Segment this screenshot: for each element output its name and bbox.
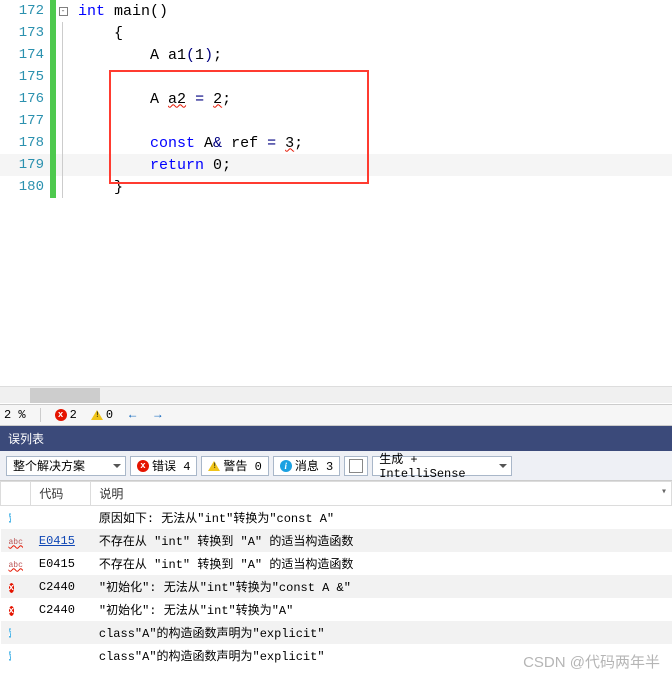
error-list-table[interactable]: 代码 说明▾ i 原因如下: 无法从"int"转换为"const A" abc E04… <box>0 481 672 667</box>
filter-icon <box>349 459 363 473</box>
change-bar <box>50 88 56 110</box>
warning-icon <box>91 410 103 420</box>
error-list-toolbar: 整个解决方案 x错误 4 警告 0 i消息 3 生成 + IntelliSens… <box>0 451 672 481</box>
line-number: 178 <box>0 135 50 151</box>
code-text[interactable]: return 0; <box>70 157 231 174</box>
error-count[interactable]: x2 <box>55 408 77 422</box>
line-number: 175 <box>0 69 50 85</box>
code-text[interactable]: int main() <box>70 3 168 20</box>
error-description: "初始化": 无法从"int"转换为"A" <box>91 598 672 621</box>
code-line[interactable]: 173 { <box>0 22 672 44</box>
error-icon: x <box>9 606 14 616</box>
code-text[interactable] <box>70 113 150 130</box>
errors-tab[interactable]: x错误 4 <box>130 456 197 476</box>
hscrollbar-thumb[interactable] <box>30 388 100 403</box>
intellisense-icon: abc <box>9 538 23 547</box>
code-text[interactable]: A a1(1); <box>70 47 222 64</box>
change-bar <box>50 66 56 88</box>
col-code[interactable]: 代码 <box>31 482 91 506</box>
change-bar <box>50 44 56 66</box>
error-row[interactable]: i class"A"的构造函数声明为"explicit" <box>1 621 672 644</box>
col-desc[interactable]: 说明▾ <box>91 482 672 506</box>
line-number: 177 <box>0 113 50 129</box>
warnings-tab[interactable]: 警告 0 <box>201 456 268 476</box>
error-row[interactable]: i 原因如下: 无法从"int"转换为"const A" <box>1 506 672 530</box>
warning-count[interactable]: 0 <box>91 408 113 422</box>
line-number: 176 <box>0 91 50 107</box>
line-number: 180 <box>0 179 50 195</box>
error-list-header: 误列表 <box>0 426 672 451</box>
error-code: C2440 <box>39 580 75 594</box>
error-description: class"A"的构造函数声明为"explicit" <box>91 644 672 667</box>
sort-arrow-icon: ▾ <box>661 486 667 498</box>
line-number: 179 <box>0 157 50 173</box>
source-dropdown[interactable]: 生成 + IntelliSense <box>372 456 512 476</box>
code-line[interactable]: 176 A a2 = 2; <box>0 88 672 110</box>
next-arrow-icon[interactable]: → <box>152 408 163 422</box>
zoom-level[interactable]: 2 % <box>4 408 26 422</box>
code-text[interactable]: const A& ref = 3; <box>70 135 303 152</box>
scope-dropdown[interactable]: 整个解决方案 <box>6 456 126 476</box>
filter-button[interactable] <box>344 456 368 476</box>
code-text[interactable] <box>70 69 150 86</box>
col-icon[interactable] <box>1 482 31 506</box>
change-bar <box>50 110 56 132</box>
error-row[interactable]: i class"A"的构造函数声明为"explicit" <box>1 644 672 667</box>
error-description: 不存在从 "int" 转换到 "A" 的适当构造函数 <box>91 529 672 552</box>
error-description: "初始化": 无法从"int"转换为"const A &" <box>91 575 672 598</box>
warning-icon <box>208 461 220 471</box>
outline-marker[interactable]: - <box>56 7 70 16</box>
messages-tab[interactable]: i消息 3 <box>273 456 340 476</box>
intellisense-icon: abc <box>9 561 23 570</box>
info-icon: i <box>9 513 12 523</box>
hscrollbar[interactable] <box>0 386 672 403</box>
line-number: 172 <box>0 3 50 19</box>
info-icon: i <box>280 460 292 472</box>
code-line[interactable]: 175 <box>0 66 672 88</box>
error-icon: x <box>137 460 149 472</box>
fold-toggle-icon[interactable]: - <box>59 7 68 16</box>
change-bar <box>50 22 56 44</box>
status-bar: 2 % x2 0 ← → <box>0 404 672 426</box>
info-icon: i <box>9 628 12 638</box>
code-text[interactable]: { <box>70 25 123 42</box>
error-icon: x <box>9 583 14 593</box>
error-code: E0415 <box>39 557 75 571</box>
error-row[interactable]: abc E0415 不存在从 "int" 转换到 "A" 的适当构造函数 <box>1 552 672 575</box>
line-number: 174 <box>0 47 50 63</box>
code-line[interactable]: 178 const A& ref = 3; <box>0 132 672 154</box>
error-row[interactable]: x C2440 "初始化": 无法从"int"转换为"const A &" <box>1 575 672 598</box>
error-row[interactable]: x C2440 "初始化": 无法从"int"转换为"A" <box>1 598 672 621</box>
error-row[interactable]: abc E0415 不存在从 "int" 转换到 "A" 的适当构造函数 <box>1 529 672 552</box>
change-bar <box>50 176 56 198</box>
error-description: 原因如下: 无法从"int"转换为"const A" <box>91 506 672 530</box>
change-bar <box>50 132 56 154</box>
code-line[interactable]: 179 return 0; <box>0 154 672 176</box>
code-line[interactable]: 180 } <box>0 176 672 198</box>
line-number: 173 <box>0 25 50 41</box>
code-text[interactable]: A a2 = 2; <box>70 91 231 108</box>
error-code[interactable]: E0415 <box>39 534 75 548</box>
info-icon: i <box>9 651 12 661</box>
error-description: class"A"的构造函数声明为"explicit" <box>91 621 672 644</box>
code-line[interactable]: 172-int main() <box>0 0 672 22</box>
prev-arrow-icon[interactable]: ← <box>127 408 138 422</box>
error-code: C2440 <box>39 603 75 617</box>
code-text[interactable]: } <box>70 179 123 196</box>
code-line[interactable]: 177 <box>0 110 672 132</box>
change-bar <box>50 154 56 176</box>
error-icon: x <box>55 409 67 421</box>
code-line[interactable]: 174 A a1(1); <box>0 44 672 66</box>
error-description: 不存在从 "int" 转换到 "A" 的适当构造函数 <box>91 552 672 575</box>
code-editor[interactable]: 172-int main()173 {174 A a1(1);175 176 A… <box>0 0 672 404</box>
